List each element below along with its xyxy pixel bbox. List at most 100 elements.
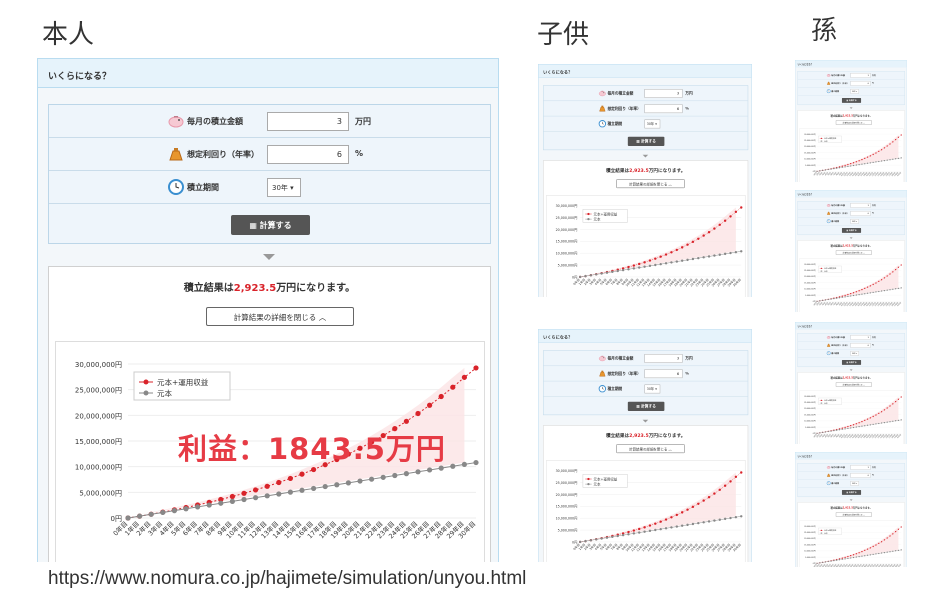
period-select[interactable]: 30年 ▾ (850, 89, 859, 94)
data-point (654, 257, 657, 260)
data-point (816, 300, 818, 302)
data-point (861, 550, 863, 553)
data-point (595, 538, 598, 541)
data-point (841, 558, 843, 560)
rate-row: 想定利回り（年率） 6 % (797, 209, 905, 218)
period-select[interactable]: 30年 ▾ (850, 219, 859, 224)
panel-grandchild-4: いくらになる？ 毎月の積立金額 3 万円 想定利回り（年率） 6 % 積立期間 … (795, 452, 907, 567)
chevron-up-icon: ︿ (863, 251, 865, 254)
data-point (578, 540, 582, 544)
rate-input[interactable]: 6 (267, 145, 349, 164)
rate-input[interactable]: 6 (644, 104, 683, 114)
y-tick-label: 5,000,000円 (805, 294, 816, 297)
data-point (844, 296, 846, 298)
monthly-amount-input[interactable]: 3 (850, 465, 871, 470)
data-point (648, 524, 652, 527)
period-select[interactable]: 30年 ▾ (644, 384, 661, 394)
period-select[interactable]: 30年 ▾ (267, 178, 301, 197)
calculate-button[interactable]: ▦ 計算する (841, 489, 862, 495)
calculate-button[interactable]: ▦ 計算する (627, 136, 665, 146)
calculate-button[interactable]: ▦ 計算する (231, 215, 310, 235)
chevron-up-icon: ︿ (863, 121, 865, 124)
detail-toggle-button[interactable]: 計算結果の詳細を閉じる ︿ (616, 179, 685, 189)
data-point (841, 295, 843, 297)
monthly-amount-input[interactable]: 3 (850, 203, 871, 208)
data-point (833, 560, 835, 562)
result-box: 積立結果は2,923.5万円になります。 計算結果の詳細を閉じる ︿ 0円 5,0… (48, 266, 491, 562)
detail-toggle-button[interactable]: 計算結果の詳細を閉じる ︿ (616, 444, 685, 454)
monthly-row: 毎月の積立金額 3 万円 (797, 463, 905, 472)
bag-icon (167, 145, 185, 163)
panel-grandchild-3: いくらになる？ 毎月の積立金額 3 万円 想定利回り（年率） 6 % 積立期間 … (795, 322, 907, 444)
rate-input[interactable]: 6 (644, 369, 683, 379)
widget-body: 毎月の積立金額 3 万円 想定利回り（年率） 6 % 積立期間 30年 ▾ ▦ … (795, 329, 907, 444)
calculate-button[interactable]: ▦ 計算する (841, 359, 862, 365)
result-box: 積立結果は2,923.5万円になります。 計算結果の詳細を閉じる ︿ 0円 5,0… (797, 240, 905, 312)
data-point (844, 166, 846, 168)
clock-icon (826, 89, 831, 94)
data-point (621, 268, 625, 272)
data-point (718, 488, 721, 491)
rate-input[interactable]: 6 (850, 211, 871, 216)
chart-container: 0円 5,000,000円 10,000,000円 15,000,000円 20,000… (546, 460, 746, 562)
result-text: 積立結果は2,923.5万円になります。 (798, 375, 905, 379)
monthly-amount-input[interactable]: 3 (267, 112, 349, 131)
period-select[interactable]: 30年 ▾ (850, 351, 859, 356)
calculate-button[interactable]: ▦ 計算する (627, 401, 665, 411)
rate-input[interactable]: 6 (850, 81, 871, 86)
period-select[interactable]: 30年 ▾ (850, 481, 859, 486)
data-point (675, 260, 679, 263)
data-point (600, 272, 603, 275)
data-point (824, 561, 827, 563)
data-point (878, 290, 880, 293)
calculate-label: 計算する (641, 139, 656, 144)
clock-icon (826, 481, 831, 486)
detail-toggle-button[interactable]: 計算結果の詳細を閉じる ︿ (835, 382, 872, 387)
rate-input[interactable]: 6 (850, 473, 871, 478)
data-point (822, 169, 824, 172)
monthly-row: 毎月の積立金額 3 万円 (797, 201, 905, 210)
data-point (872, 423, 874, 426)
data-point (702, 499, 705, 502)
monthly-amount-input[interactable]: 3 (644, 354, 683, 363)
data-point (858, 555, 860, 558)
chevron-up-icon: ︿ (668, 447, 672, 452)
monthly-amount-input[interactable]: 3 (850, 73, 871, 78)
data-point (838, 559, 841, 561)
detail-toggle-button[interactable]: 計算結果の詳細を閉じる ︿ (835, 250, 872, 255)
period-select[interactable]: 30年 ▾ (644, 119, 661, 129)
monthly-unit: 万円 (871, 336, 876, 339)
detail-toggle-button[interactable]: 計算結果の詳細を閉じる ︿ (835, 512, 872, 517)
period-label: 積立期間 (831, 352, 840, 355)
data-point (889, 551, 891, 553)
legend: 元本+運用収益元本 (582, 474, 628, 488)
panel-grandchild-2: いくらになる？ 毎月の積立金額 3 万円 想定利回り（年率） 6 % 積立期間 … (795, 190, 907, 312)
period-row: 積立期間 30年 ▾ (797, 87, 905, 96)
data-point (718, 518, 721, 521)
rate-unit: % (685, 371, 689, 376)
data-point (697, 521, 700, 525)
rate-input[interactable]: 6 (850, 343, 871, 348)
data-point (675, 513, 679, 517)
y-tick-label: 5,000,000円 (805, 556, 816, 559)
calculate-button[interactable]: ▦ 計算する (841, 227, 862, 233)
data-point (847, 557, 849, 560)
monthly-amount-input[interactable]: 3 (850, 335, 871, 340)
detail-toggle-button[interactable]: 計算結果の詳細を閉じる ︿ (835, 120, 872, 125)
calculate-button[interactable]: ▦ 計算する (841, 97, 862, 103)
rate-unit: % (871, 474, 874, 477)
data-point (866, 292, 869, 294)
detail-toggle-button[interactable]: 計算結果の詳細を閉じる ︿ (206, 307, 354, 326)
monthly-unit: 万円 (685, 91, 693, 96)
data-point (670, 261, 673, 264)
data-point (880, 149, 883, 151)
data-point (707, 495, 711, 499)
monthly-label: 毎月の積立金額 (831, 204, 845, 207)
period-row: 積立期間 30年 ▾ (797, 217, 905, 226)
data-point (311, 485, 317, 492)
down-arrow-icon (642, 154, 649, 158)
data-point (878, 422, 880, 425)
heading-self: 本人 (42, 20, 95, 50)
monthly-amount-input[interactable]: 3 (644, 89, 683, 98)
down-arrow-icon (642, 419, 649, 423)
